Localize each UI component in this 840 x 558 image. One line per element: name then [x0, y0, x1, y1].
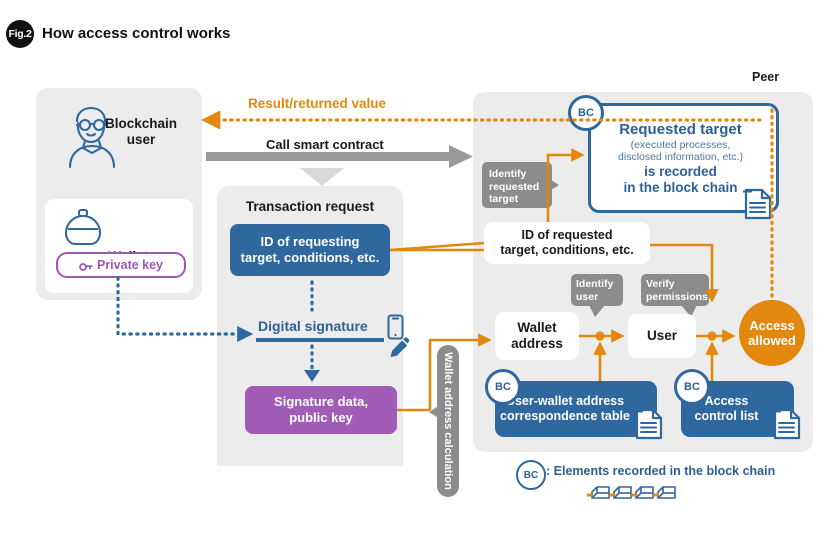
- bc-badge-uw-table: BC: [485, 369, 521, 405]
- key-icon: [79, 259, 93, 271]
- wallet-address-l2: address: [511, 336, 563, 351]
- identify-target-l2: requested: [489, 180, 540, 193]
- id-requesting-line1: ID of requesting: [260, 234, 360, 249]
- id-of-requesting-target-box: ID of requesting target, conditions, etc…: [230, 224, 390, 276]
- requested-target-line1: Requested target: [619, 120, 742, 138]
- callout-tail: [589, 305, 605, 317]
- private-key-pill: Private key: [56, 252, 186, 278]
- wave-edge-svg: [217, 440, 403, 462]
- id-requested-line1: ID of requested: [521, 228, 613, 242]
- id-of-requested-target-box: ID of requested target, conditions, etc.: [484, 222, 650, 264]
- identify-target-l1: Identify: [489, 168, 527, 180]
- wallet-address-box: Wallet address: [495, 312, 579, 360]
- id-requested-line2: target, conditions, etc.: [500, 243, 634, 257]
- signature-data-line1: Signature data,: [274, 394, 368, 409]
- callout-tail: [429, 407, 437, 417]
- result-returned-value-label: Result/returned value: [248, 96, 387, 111]
- access-allowed-circle: Access allowed: [739, 300, 805, 366]
- call-smart-contract-label: Call smart contract: [266, 137, 384, 152]
- blockchain-user-label: Blockchain user: [98, 116, 184, 148]
- verify-perms-l2: permissions: [646, 290, 708, 303]
- signature-data-line2: public key: [289, 410, 353, 425]
- wallet-purse-icon: [62, 208, 104, 248]
- private-key-label: Private key: [96, 258, 164, 272]
- signature-data-public-key-box: Signature data, public key: [245, 386, 397, 434]
- requested-target-line5: in the block chain: [623, 179, 738, 195]
- block-chain-icon: [586, 482, 686, 508]
- peer-label: Peer: [752, 70, 780, 84]
- bc-badge-legend: BC: [516, 460, 546, 490]
- verify-permissions-callout: Verify permissions: [641, 274, 709, 317]
- figure-badge: Fig.2: [6, 20, 34, 48]
- legend-text: : Elements recorded in the block chain: [546, 464, 776, 478]
- identify-target-l3: target: [489, 193, 519, 205]
- id-requesting-to-requested-line: [389, 241, 485, 252]
- identify-user-callout: Identify user: [571, 274, 623, 317]
- transaction-panel-wave-edge: [217, 440, 403, 474]
- document-icon: [771, 404, 802, 440]
- figure-title: How access control works: [42, 25, 231, 42]
- uw-table-l1: User-wallet address: [505, 394, 625, 408]
- user-box: User: [628, 314, 696, 358]
- blockchain-user-label-line1: Blockchain: [104, 116, 178, 131]
- verify-perms-l1: Verify: [646, 278, 675, 290]
- bc-badge-requested-target: BC: [568, 95, 604, 131]
- wallet-address-l1: Wallet: [517, 320, 557, 335]
- identify-requested-target-callout: Identify requested target: [482, 162, 559, 208]
- callout-tail: [551, 180, 559, 190]
- transaction-panel-pointer: [300, 168, 344, 186]
- wallet-address-calculation-text: Wallet address calculation: [442, 352, 454, 490]
- wallet-address-calculation-label: Wallet address calculation: [429, 345, 459, 497]
- identify-user-l2: user: [576, 290, 599, 303]
- access-allowed-l2: allowed: [748, 333, 796, 348]
- requested-target-line4: is recorded: [644, 163, 717, 179]
- requested-target-line2: (executed processes,: [630, 138, 731, 151]
- transaction-request-title: Transaction request: [245, 199, 375, 214]
- document-icon: [742, 184, 773, 220]
- id-requesting-line2: target, conditions, etc.: [240, 250, 380, 265]
- document-icon: [633, 404, 664, 440]
- blockchain-user-label-line2: user: [126, 132, 156, 147]
- requested-target-line3: disclosed information, etc.): [618, 151, 743, 163]
- access-allowed-l1: Access: [749, 318, 795, 333]
- digital-signature-label: Digital signature: [258, 318, 368, 334]
- digital-signature-underline: [256, 338, 384, 342]
- identify-user-l1: Identify: [576, 278, 614, 290]
- acl-l2: control list: [694, 409, 759, 423]
- pencil-icon: [389, 335, 411, 359]
- acl-l1: Access: [704, 394, 749, 408]
- uw-table-l2: correspondence table: [500, 409, 630, 423]
- bc-badge-acl: BC: [674, 369, 710, 405]
